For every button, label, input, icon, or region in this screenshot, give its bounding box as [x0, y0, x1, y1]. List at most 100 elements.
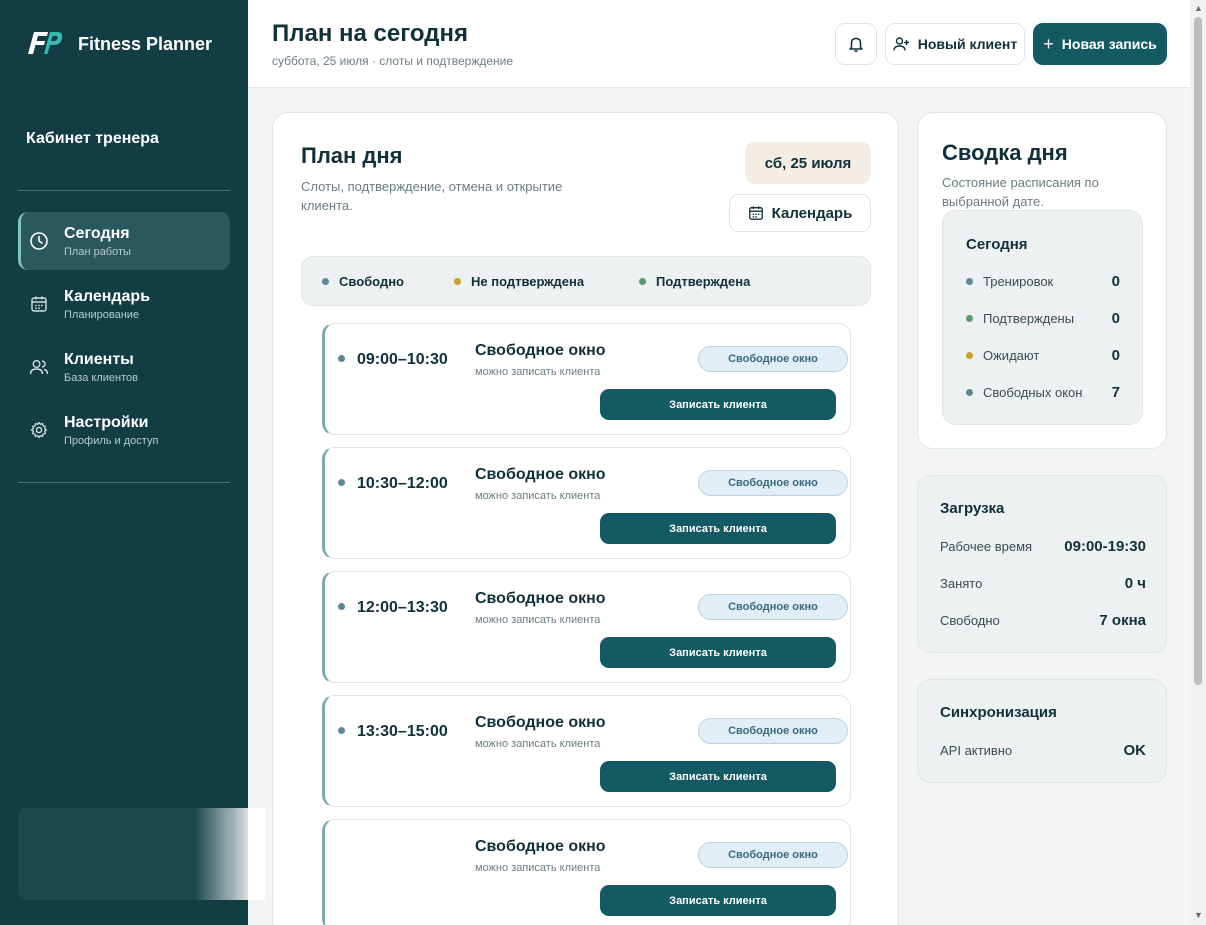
slot-status-dot [338, 603, 345, 610]
slot-subtitle: можно записать клиента [475, 738, 601, 750]
sidebar-item-label: Сегодня [64, 224, 130, 242]
sidebar-section-title: Кабинет тренера [26, 130, 159, 147]
sidebar-nav: Сегодня План работы Календарь Планирован… [18, 212, 230, 464]
sidebar-divider [18, 482, 230, 483]
info-value: 0 ч [1124, 575, 1146, 592]
today-title: Сегодня [966, 236, 1028, 253]
slot-subtitle: можно записать клиента [475, 366, 601, 378]
new-client-label: Новый клиент [917, 36, 1018, 52]
stat-row-confirmed: Подтверждены 0 [966, 310, 1120, 327]
sidebar-item-today[interactable]: Сегодня План работы [18, 212, 230, 270]
brand-logo-icon [28, 32, 63, 54]
user-plus-icon [893, 37, 909, 51]
sidebar-item-sublabel: План работы [64, 245, 131, 258]
sidebar-divider [18, 190, 230, 191]
calendar-button-label: Календарь [771, 204, 853, 222]
sidebar-item-label: Клиенты [64, 350, 134, 368]
info-label: Рабочее время [940, 539, 1033, 554]
slot-status-badge: Свободное окно [698, 346, 848, 372]
legend-item-unconfirmed: Не подтверждена [454, 274, 584, 289]
slot-overlay [325, 820, 460, 925]
calendar-icon [748, 206, 763, 220]
slot-title: Свободное окно [475, 714, 606, 731]
slot-subtitle: можно записать клиента [475, 862, 601, 874]
slot-status-badge: Свободное окно [698, 718, 848, 744]
sync-card: Синхронизация API активно OK [917, 679, 1167, 783]
calendar-button[interactable]: Календарь [729, 194, 871, 232]
stat-label: Свободных окон [983, 385, 1083, 400]
stat-value: 0 [1111, 347, 1120, 364]
clock-icon [28, 230, 50, 252]
sidebar-item-label: Календарь [64, 287, 151, 305]
sidebar-item-sublabel: Планирование [64, 308, 140, 321]
stat-dot [966, 278, 973, 285]
scroll-down-arrow-icon[interactable]: ▼ [1194, 910, 1203, 920]
slot-status-dot [338, 727, 345, 734]
sidebar-item-calendar[interactable]: Календарь Планирование [18, 275, 230, 333]
stat-label: Тренировок [983, 274, 1054, 289]
bell-icon [849, 37, 863, 52]
legend-item-free: Свободно [322, 274, 404, 289]
legend-dot [639, 278, 646, 285]
legend-dot [454, 278, 461, 285]
info-value: 7 окна [1099, 612, 1146, 629]
notifications-button[interactable] [835, 23, 877, 65]
sidebar-item-settings[interactable]: Настройки Профиль и доступ [18, 401, 230, 459]
day-plan-card: План дня Слоты, подтверждение, отмена и … [272, 112, 899, 925]
new-client-button[interactable]: Новый клиент [885, 23, 1025, 65]
plus-icon: + [1043, 34, 1054, 54]
new-record-button[interactable]: + Новая запись [1033, 23, 1167, 65]
slot-card[interactable]: Свободное окно можно записать клиента Св… [322, 819, 851, 925]
book-client-button[interactable]: Записать клиента [600, 389, 836, 420]
sidebar-footer-fade [195, 808, 265, 900]
slot-time: 10:30–12:00 [357, 475, 448, 492]
info-value: OK [1123, 742, 1147, 759]
slot-card[interactable]: 12:00–13:30 Свободное окно можно записат… [322, 571, 851, 683]
gear-icon [28, 419, 50, 441]
page-subtitle: суббота, 25 июля · слоты и подтверждение [272, 54, 514, 68]
load-row-free: Свободно 7 окна [940, 612, 1146, 629]
sync-title: Синхронизация [940, 704, 1057, 721]
stat-value: 0 [1111, 273, 1120, 290]
stat-value: 0 [1111, 310, 1120, 327]
page-scrollbar[interactable]: ▲ ▼ [1190, 0, 1206, 925]
plan-title: План дня [301, 143, 403, 168]
legend-label: Не подтверждена [471, 274, 585, 289]
scroll-thumb[interactable] [1194, 17, 1202, 685]
slot-card[interactable]: 10:30–12:00 Свободное окно можно записат… [322, 447, 851, 559]
legend-label: Подтверждена [656, 274, 751, 289]
today-stats-box: Сегодня Тренировок 0 Подтверждены 0 Ожид… [942, 210, 1143, 425]
brand-name: Fitness Planner [78, 33, 213, 54]
slot-card[interactable]: 13:30–15:00 Свободное окно можно записат… [322, 695, 851, 807]
slot-title: Свободное окно [475, 466, 606, 483]
sidebar-item-clients[interactable]: Клиенты База клиентов [18, 338, 230, 396]
sidebar-item-sublabel: База клиентов [64, 371, 138, 384]
slot-status-badge: Свободное окно [698, 594, 848, 620]
stat-label: Подтверждены [983, 311, 1075, 326]
slot-title: Свободное окно [475, 838, 606, 855]
sidebar-item-label: Настройки [64, 413, 149, 431]
slot-status-dot [338, 355, 345, 362]
top-header: План на сегодня суббота, 25 июля · слоты… [248, 0, 1190, 88]
info-label: Занято [940, 576, 983, 591]
slot-card[interactable]: 09:00–10:30 Свободное окно можно записат… [322, 323, 851, 435]
book-client-button[interactable]: Записать клиента [600, 885, 836, 916]
info-value: 09:00-19:30 [1064, 538, 1146, 555]
slot-status-badge: Свободное окно [698, 470, 848, 496]
users-icon [28, 356, 50, 378]
slot-time: 12:00–13:30 [357, 599, 448, 616]
scroll-up-arrow-icon[interactable]: ▲ [1194, 3, 1203, 13]
stat-dot [966, 389, 973, 396]
book-client-button[interactable]: Записать клиента [600, 637, 836, 668]
sidebar-item-sublabel: Профиль и доступ [64, 434, 159, 447]
brand[interactable]: Fitness Planner [24, 28, 212, 60]
book-client-button[interactable]: Записать клиента [600, 761, 836, 792]
book-client-button[interactable]: Записать клиента [600, 513, 836, 544]
info-label: Свободно [940, 613, 1000, 628]
summary-title: Сводка дня [942, 140, 1068, 165]
stat-value: 7 [1111, 384, 1120, 401]
status-legend: Свободно Не подтверждена Подтверждена [301, 256, 871, 306]
summary-description: Состояние расписания по выбранной дате. [942, 175, 1099, 209]
date-badge: сб, 25 июля [745, 142, 871, 184]
calendar-icon [28, 293, 50, 315]
